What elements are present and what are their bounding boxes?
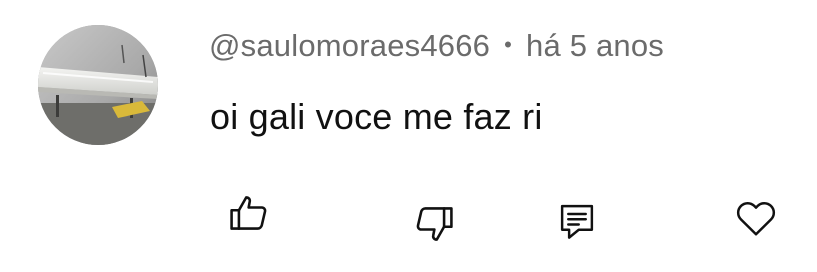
heart-icon bbox=[736, 201, 776, 236]
thumbs-up-icon bbox=[230, 196, 267, 230]
meta-separator: • bbox=[504, 32, 513, 57]
avatar-image bbox=[38, 25, 158, 145]
dislike-button[interactable] bbox=[410, 200, 458, 248]
like-button[interactable] bbox=[225, 189, 273, 237]
comment-meta: @saulomoraes4666 • há 5 anos bbox=[209, 26, 664, 66]
timestamp: há 5 anos bbox=[526, 28, 665, 63]
heart-button[interactable] bbox=[732, 194, 780, 242]
username-link[interactable]: @saulomoraes4666 bbox=[209, 28, 490, 64]
comment-text: oi gali voce me faz ri bbox=[210, 96, 543, 137]
avatar[interactable] bbox=[38, 25, 158, 145]
thumbs-down-icon bbox=[416, 207, 453, 241]
comment-icon bbox=[560, 204, 594, 239]
comment-item: @saulomoraes4666 • há 5 anos oi gali voc… bbox=[0, 0, 817, 272]
reply-button[interactable] bbox=[553, 197, 601, 245]
